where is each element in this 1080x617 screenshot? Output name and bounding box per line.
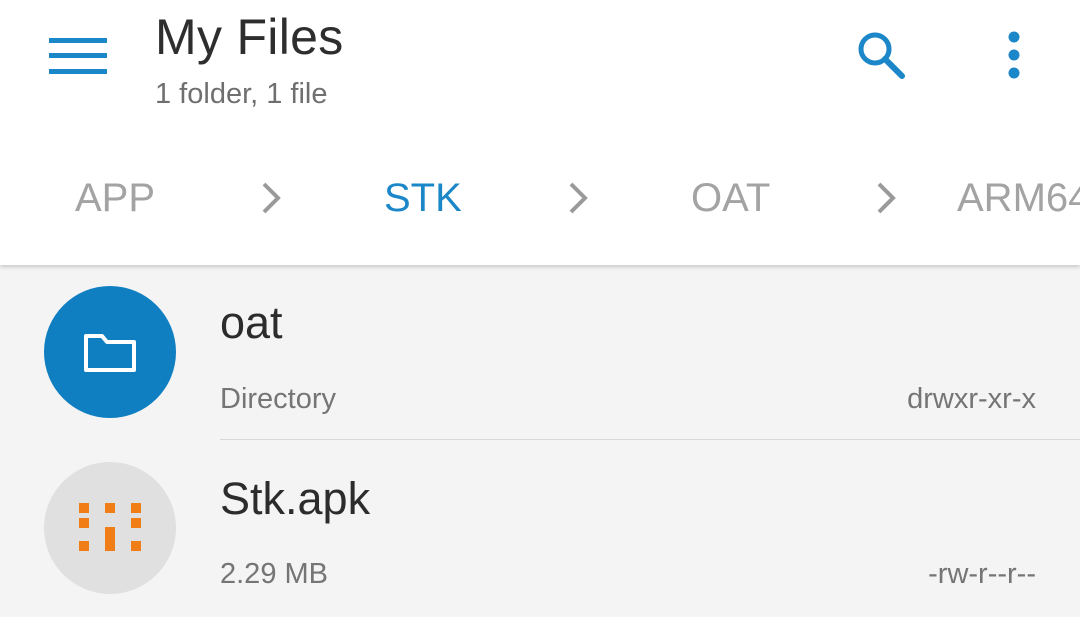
search-icon <box>858 32 905 79</box>
chevron-right-icon <box>871 176 901 220</box>
file-size: 2.29 MB <box>220 558 328 590</box>
file-list: oat Directory drwxr-xr-x Stk.apk 2.29 MB… <box>0 265 1080 608</box>
divider <box>220 439 1080 440</box>
page-subtitle: 1 folder, 1 file <box>155 78 328 110</box>
folder-avatar <box>44 286 176 418</box>
apk-avatar <box>44 462 176 594</box>
list-item-oat[interactable]: oat Directory drwxr-xr-x <box>0 265 1080 441</box>
more-vert-icon <box>1008 31 1020 79</box>
page-title: My Files <box>155 9 344 65</box>
menu-button[interactable] <box>40 26 116 86</box>
more-options-button[interactable] <box>984 24 1044 86</box>
folder-icon <box>84 334 136 372</box>
hamburger-menu-icon <box>49 38 107 74</box>
breadcrumb-arm64[interactable]: ARM64 <box>957 176 1080 221</box>
file-type: Directory <box>220 383 337 415</box>
list-item-stk-apk[interactable]: Stk.apk 2.29 MB -rw-r--r-- <box>0 441 1080 617</box>
breadcrumb-app[interactable]: APP <box>75 176 155 221</box>
breadcrumb-stk[interactable]: STK <box>384 176 462 221</box>
search-button[interactable] <box>846 24 916 86</box>
chevron-right-icon <box>256 176 286 220</box>
file-name: Stk.apk <box>220 473 371 524</box>
chevron-right-icon <box>563 176 593 220</box>
file-name: oat <box>220 297 283 348</box>
app-bar: My Files 1 folder, 1 file APP STK OAT AR… <box>0 0 1080 265</box>
file-permissions: -rw-r--r-- <box>928 558 1036 590</box>
apk-file-icon <box>79 503 141 551</box>
file-permissions: drwxr-xr-x <box>907 383 1036 415</box>
breadcrumb-oat[interactable]: OAT <box>691 176 770 221</box>
